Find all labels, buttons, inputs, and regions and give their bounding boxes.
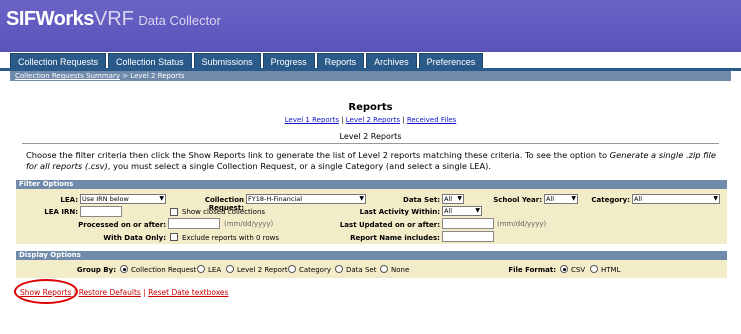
lea-irn-input[interactable] (80, 206, 122, 217)
tab-preferences[interactable]: Preferences (418, 53, 484, 69)
processed-after-input[interactable] (168, 218, 220, 229)
app-logo: SIFWorksVRF Data Collector (6, 8, 221, 31)
breadcrumb-link[interactable]: Collection Requests Summary (15, 72, 120, 80)
groupby-level2-radio[interactable] (226, 265, 234, 273)
tab-submissions[interactable]: Submissions (193, 53, 261, 69)
level2-reports-link[interactable]: Level 2 Reports (346, 116, 400, 124)
restore-defaults-link[interactable]: Restore Defaults (79, 288, 141, 297)
groupby-none-label: None (391, 266, 410, 274)
groupby-category-radio[interactable] (288, 265, 296, 273)
highlight-circle (14, 279, 78, 304)
last-updated-label: Last Updated on or after: (339, 221, 440, 229)
collection-request-select[interactable]: FY18-H-Financial ▼ (246, 194, 366, 204)
instructions-text: Choose the filter criteria then click th… (26, 150, 726, 172)
groupby-dataset-radio[interactable] (335, 265, 343, 273)
dataset-label: Data Set: (403, 196, 440, 204)
chevron-down-icon: ▼ (713, 195, 718, 202)
divider (22, 143, 719, 144)
tab-collection-requests[interactable]: Collection Requests (10, 53, 107, 69)
chevron-down-icon: ▼ (571, 195, 576, 202)
tab-collection-status[interactable]: Collection Status (108, 53, 192, 69)
brand-part3: Data Collector (138, 13, 221, 28)
last-activity-value: All (444, 207, 453, 215)
groupby-level2-label: Level 2 Report (237, 266, 288, 274)
group-by-label: Group By: (76, 266, 116, 274)
groupby-collection-label: Collection Request (131, 266, 197, 274)
updated-date-hint: (mm/dd/yyyy) (497, 220, 547, 228)
processed-date-hint: (mm/dd/yyyy) (224, 220, 274, 228)
category-value: All (634, 195, 643, 203)
lea-label: LEA: (60, 196, 78, 204)
format-html-radio[interactable] (590, 265, 598, 273)
groupby-dataset-label: Data Set (346, 266, 377, 274)
breadcrumb: Collection Requests Summary > Level 2 Re… (10, 71, 731, 81)
tab-progress[interactable]: Progress (262, 53, 315, 69)
section-heading: Level 2 Reports (339, 132, 402, 141)
instructions-part-b: , you must select a single Collection Re… (107, 161, 492, 171)
lea-value: Use IRN below (82, 195, 129, 203)
processed-after-label: Processed on or after: (78, 221, 166, 229)
groupby-lea-label: LEA (208, 266, 222, 274)
lea-irn-label: LEA IRN: (44, 208, 78, 216)
format-html-label: HTML (601, 266, 621, 274)
report-name-input[interactable] (442, 231, 494, 242)
last-updated-input[interactable] (442, 218, 494, 229)
dataset-value: All (444, 195, 453, 203)
with-data-only-label: With Data Only: (103, 234, 166, 242)
breadcrumb-current: > Level 2 Reports (119, 72, 185, 80)
lea-select[interactable]: Use IRN below ▼ (80, 194, 166, 204)
brand-part1: SIFWorks (6, 8, 94, 30)
category-select[interactable]: All ▼ (632, 194, 720, 204)
groupby-lea-radio[interactable] (197, 265, 205, 273)
exclude-empty-checkbox[interactable] (170, 233, 178, 241)
display-options-header: Display Options (16, 251, 727, 260)
chevron-down-icon: ▼ (359, 195, 364, 202)
tab-archives[interactable]: Archives (366, 53, 417, 69)
report-level-links: Level 1 Reports | Level 2 Reports | Rece… (10, 116, 731, 124)
reset-dates-link[interactable]: Reset Date textboxes (148, 288, 228, 297)
show-closed-checkbox[interactable] (170, 208, 178, 216)
main-nav-tabs: Collection Requests Collection Status Su… (10, 52, 485, 69)
received-files-link[interactable]: Received Files (407, 116, 456, 124)
groupby-category-label: Category (299, 266, 331, 274)
tab-reports[interactable]: Reports (316, 53, 365, 69)
chevron-down-icon: ▼ (457, 195, 462, 202)
format-csv-label: CSV (571, 266, 586, 274)
last-activity-select[interactable]: All ▼ (442, 206, 482, 216)
category-label: Category: (591, 196, 630, 204)
link-separator: | (400, 116, 407, 124)
exclude-empty-label: Exclude reports with 0 rows (182, 234, 280, 242)
report-name-label: Report Name includes: (350, 234, 440, 242)
instructions-part-a: Choose the filter criteria then click th… (26, 150, 610, 160)
chevron-down-icon: ▼ (159, 195, 164, 202)
app-header: SIFWorksVRF Data Collector (0, 0, 741, 52)
groupby-none-radio[interactable] (380, 265, 388, 273)
filter-options-header: Filter Options (16, 180, 727, 189)
show-closed-label: Show closed collections (182, 208, 266, 216)
chevron-down-icon: ▼ (475, 207, 480, 214)
file-format-label: File Format: (508, 266, 556, 274)
page-title: Reports (348, 102, 393, 113)
brand-part2: VRF (93, 8, 134, 30)
school-year-label: School Year: (493, 196, 542, 204)
last-activity-label: Last Activity Within: (359, 208, 440, 216)
collection-request-value: FY18-H-Financial (248, 195, 303, 203)
school-year-select[interactable]: All ▼ (544, 194, 578, 204)
groupby-collection-radio[interactable] (120, 265, 128, 273)
format-csv-radio[interactable] (560, 265, 568, 273)
level1-reports-link[interactable]: Level 1 Reports (285, 116, 339, 124)
link-separator: | (338, 116, 346, 124)
school-year-value: All (546, 195, 555, 203)
dataset-select[interactable]: All ▼ (442, 194, 464, 204)
